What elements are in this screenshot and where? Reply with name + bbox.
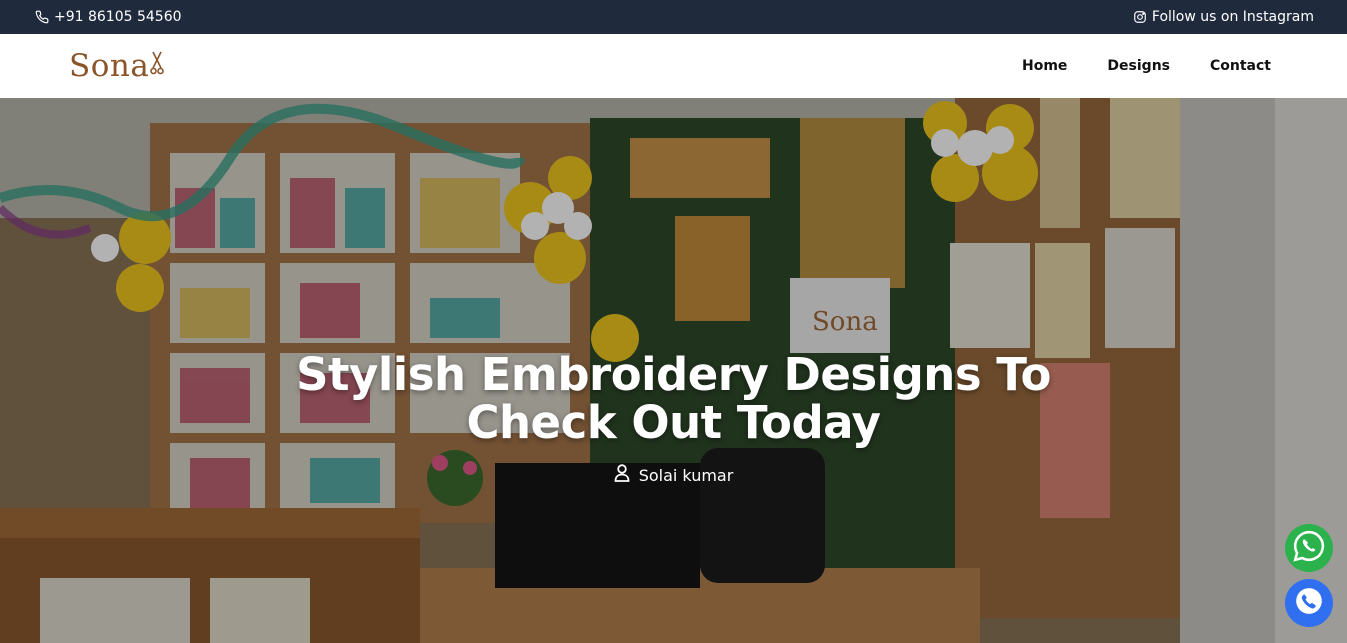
nav-designs[interactable]: Designs <box>1107 58 1170 74</box>
main-nav: Home Designs Contact <box>1022 58 1271 74</box>
call-button[interactable] <box>1285 579 1333 627</box>
hero-title: Stylish Embroidery Designs To Check Out … <box>0 351 1347 447</box>
post-author[interactable]: Solai kumar <box>0 464 1347 486</box>
nav-contact[interactable]: Contact <box>1210 58 1271 74</box>
top-bar: +91 86105 54560 Follow us on Instagram <box>0 0 1347 34</box>
whatsapp-button[interactable] <box>1285 524 1333 572</box>
hero-banner: Sona Stylish Embroidery Designs To Check… <box>0 98 1347 643</box>
main-header: Sona Home Designs Contact <box>0 34 1347 98</box>
user-icon <box>614 464 630 486</box>
instagram-icon <box>1133 10 1147 24</box>
phone-contact[interactable]: +91 86105 54560 <box>35 9 182 25</box>
site-logo[interactable]: Sona <box>69 48 165 84</box>
hero-title-line-2: Check Out Today <box>466 396 881 449</box>
nav-home[interactable]: Home <box>1022 58 1067 74</box>
author-name: Solai kumar <box>638 465 734 485</box>
phone-call-icon <box>1295 587 1323 619</box>
whatsapp-icon <box>1292 529 1326 567</box>
logo-text: Sona <box>69 48 150 84</box>
instagram-label: Follow us on Instagram <box>1151 9 1314 25</box>
phone-icon <box>35 10 49 24</box>
instagram-link[interactable]: Follow us on Instagram <box>1133 9 1314 25</box>
hero-title-line-1: Stylish Embroidery Designs To <box>296 348 1051 401</box>
phone-number: +91 86105 54560 <box>54 9 182 25</box>
scissors-icon <box>149 48 165 84</box>
